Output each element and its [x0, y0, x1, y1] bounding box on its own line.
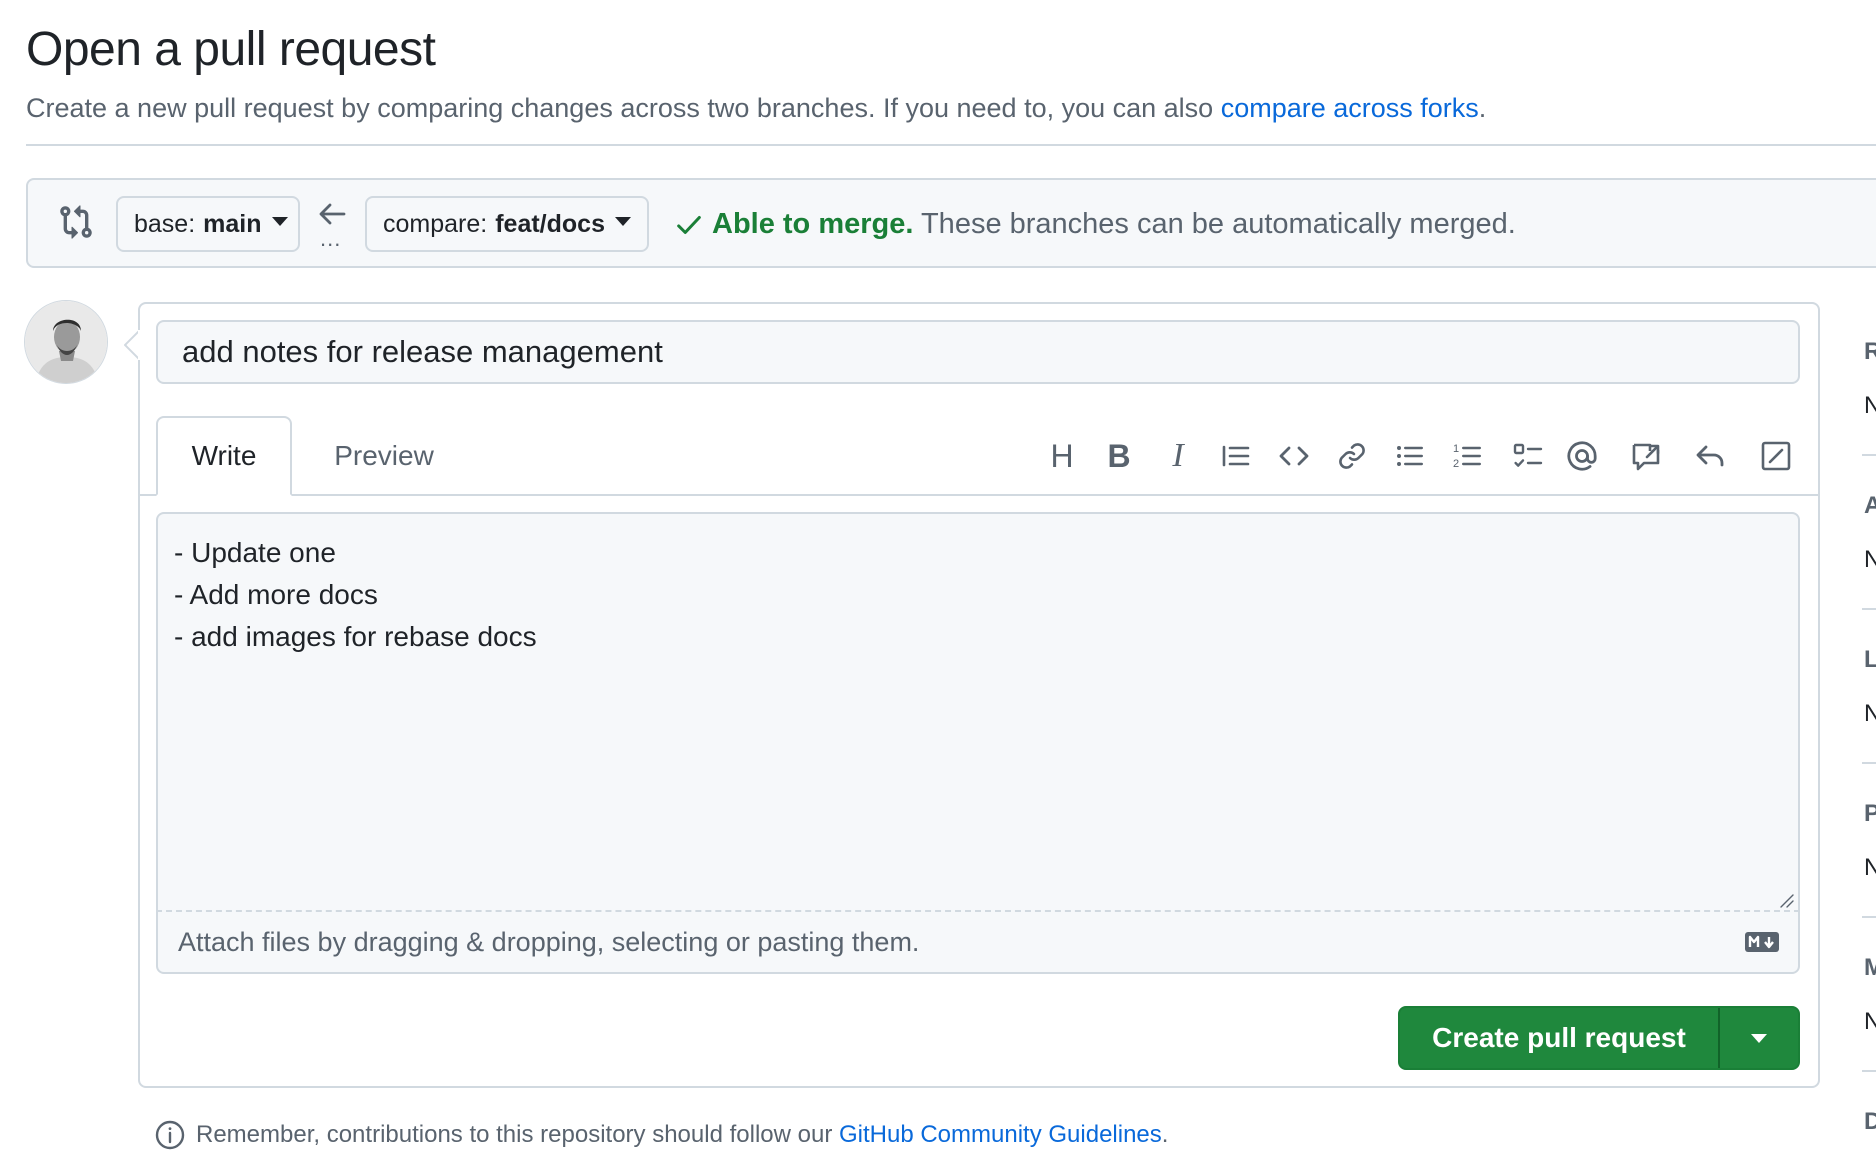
pr-title-input[interactable]	[156, 320, 1800, 384]
merge-status: Able to merge. These branches can be aut…	[712, 204, 1516, 244]
sidebar-divider	[1862, 762, 1876, 764]
footnote-text: Remember, contributions to this reposito…	[196, 1121, 839, 1148]
bold-icon[interactable]: B	[1099, 436, 1139, 476]
create-pull-request-button[interactable]: Create pull request	[1400, 1008, 1720, 1068]
base-branch-selector[interactable]: base: main	[116, 196, 300, 252]
sidebar-heading-reviewers[interactable]: R	[1864, 338, 1876, 366]
create-options-dropdown[interactable]	[1720, 1008, 1798, 1068]
description-text: Create a new pull request by comparing c…	[26, 93, 1221, 123]
community-guidelines-link[interactable]: GitHub Community Guidelines	[839, 1121, 1162, 1148]
sidebar-heading-development[interactable]: D	[1864, 1108, 1876, 1136]
svg-text:1: 1	[1453, 443, 1459, 455]
sidebar-value: N	[1864, 700, 1876, 727]
fullscreen-icon[interactable]	[1756, 436, 1796, 476]
reference-icon[interactable]	[1626, 436, 1666, 476]
sidebar-heading-projects[interactable]: P	[1864, 800, 1876, 828]
info-icon	[154, 1119, 186, 1151]
tab-preview[interactable]: Preview	[300, 416, 468, 496]
base-prefix: base:	[134, 209, 196, 238]
range-dots: ...	[320, 226, 342, 251]
sidebar-value: N	[1864, 392, 1876, 419]
arrow-left-icon	[316, 200, 348, 228]
tab-write[interactable]: Write	[156, 416, 292, 496]
base-branch-name: main	[203, 209, 262, 238]
sidebar-divider	[1862, 454, 1876, 456]
description-end: .	[1478, 93, 1487, 123]
sidebar-value: N	[1864, 1008, 1876, 1035]
sidebar-value: N	[1864, 546, 1876, 573]
unordered-list-icon[interactable]	[1390, 436, 1430, 476]
mention-icon[interactable]	[1562, 436, 1602, 476]
code-icon[interactable]	[1274, 436, 1314, 476]
check-icon	[674, 210, 704, 240]
link-icon[interactable]	[1332, 436, 1372, 476]
composer-pointer	[124, 330, 140, 360]
sidebar-divider	[1862, 608, 1876, 610]
avatar[interactable]	[24, 300, 108, 384]
pr-body-text[interactable]: - Update one - Add more docs - add image…	[174, 532, 537, 658]
create-pull-request-split-button: Create pull request	[1398, 1006, 1800, 1070]
git-compare-icon	[58, 204, 94, 240]
compare-branch-selector[interactable]: compare: feat/docs	[365, 196, 649, 252]
quote-icon[interactable]	[1216, 436, 1256, 476]
compare-prefix: compare:	[383, 209, 488, 238]
sidebar-heading-labels[interactable]: L	[1864, 646, 1876, 674]
header-divider	[26, 144, 1876, 146]
chevron-down-icon	[1751, 1033, 1767, 1043]
attach-files-text: Attach files by dragging & dropping, sel…	[178, 927, 920, 957]
italic-icon[interactable]: I	[1158, 436, 1198, 476]
sidebar-divider	[1862, 916, 1876, 918]
footnote-end: .	[1161, 1121, 1169, 1148]
sidebar-value: N	[1864, 854, 1876, 881]
task-list-icon[interactable]	[1508, 436, 1548, 476]
page-description: Create a new pull request by comparing c…	[26, 88, 1486, 128]
ordered-list-icon[interactable]: 12	[1448, 436, 1488, 476]
sidebar-heading-assignees[interactable]: A	[1864, 492, 1876, 520]
markdown-icon	[1744, 930, 1780, 954]
reply-icon[interactable]	[1690, 436, 1730, 476]
chevron-down-icon	[614, 216, 631, 226]
svg-text:2: 2	[1453, 458, 1459, 470]
page-title: Open a pull request	[26, 23, 436, 76]
sidebar-heading-milestone[interactable]: M	[1864, 954, 1876, 982]
heading-icon[interactable]: H	[1042, 436, 1082, 476]
contribution-note: Remember, contributions to this reposito…	[154, 1118, 1168, 1152]
resize-handle-icon[interactable]	[1778, 892, 1794, 908]
merge-ok-text: Able to merge.	[712, 208, 914, 240]
sidebar-divider	[1862, 1070, 1876, 1072]
chevron-down-icon	[271, 216, 288, 226]
compare-across-forks-link[interactable]: compare across forks	[1221, 93, 1479, 123]
merge-message: These branches can be automatically merg…	[913, 208, 1516, 240]
compare-branch-name: feat/docs	[495, 209, 605, 238]
